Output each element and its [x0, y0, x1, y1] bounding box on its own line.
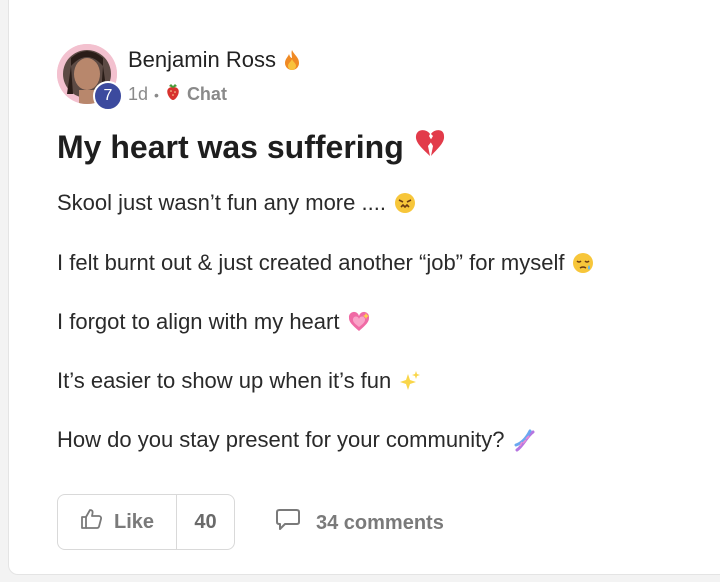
fire-icon	[282, 49, 302, 71]
author-name[interactable]: Benjamin Ross	[128, 47, 276, 73]
paragraph-5: How do you stay present for your communi…	[57, 427, 535, 453]
sparkling-heart-icon	[347, 311, 370, 333]
like-count[interactable]: 40	[177, 511, 234, 534]
post-time: 1d	[128, 84, 149, 104]
annoyed-face-icon	[394, 192, 416, 214]
sparkles-icon	[399, 370, 421, 392]
dna-icon	[513, 429, 535, 452]
strawberry-icon	[165, 83, 181, 106]
paragraph-2: I felt burnt out & just created another …	[57, 250, 594, 276]
category-link[interactable]: Chat	[187, 84, 227, 105]
comments-button[interactable]: 34 comments	[274, 508, 444, 538]
like-label: Like	[113, 510, 155, 533]
post-meta: 1d • Chat	[128, 83, 227, 106]
post-title: My heart was suffering	[57, 128, 446, 166]
paragraph-3: I forgot to align with my heart	[57, 309, 370, 335]
broken-heart-icon	[414, 128, 446, 166]
post-title-text: My heart was suffering	[57, 128, 404, 165]
paragraph-1: Skool just wasn’t fun any more ....	[57, 190, 416, 216]
paragraph-text: Skool just wasn’t fun any more ....	[57, 190, 386, 215]
level-badge: 7	[93, 81, 123, 111]
thumbs-up-icon	[80, 508, 104, 536]
author-row: Benjamin Ross	[128, 47, 302, 73]
like-button[interactable]: Like	[58, 495, 177, 549]
comment-bubble-icon	[274, 508, 302, 538]
like-control: Like 40	[57, 494, 235, 550]
paragraph-text: I forgot to align with my heart	[57, 309, 340, 334]
paragraph-text: It’s easier to show up when it’s fun	[57, 368, 392, 393]
meta-separator: •	[154, 86, 159, 103]
paragraph-text: How do you stay present for your communi…	[57, 427, 505, 452]
paragraph-4: It’s easier to show up when it’s fun	[57, 368, 421, 394]
post-card: 7 Benjamin Ross 1d • Chat My heart was s…	[8, 0, 720, 575]
paragraph-text: I felt burnt out & just created another …	[57, 250, 565, 275]
sleepy-face-icon	[572, 252, 594, 274]
comments-label: 34 comments	[316, 511, 444, 534]
